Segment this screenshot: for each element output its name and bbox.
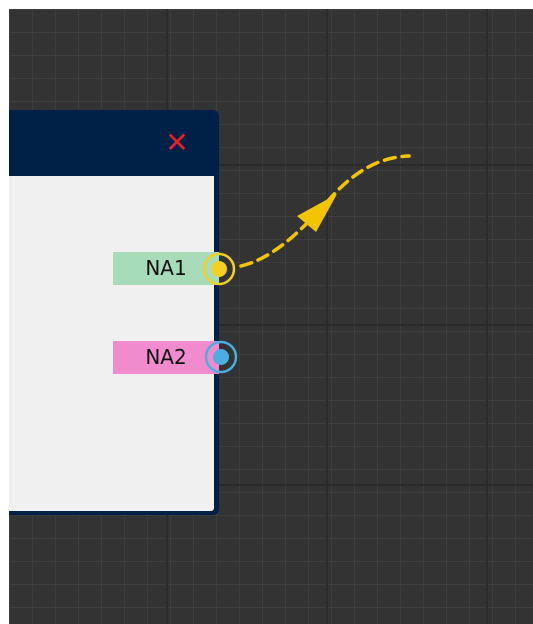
connection-wire[interactable] [239,154,411,268]
graph-canvas[interactable]: a ✕ NA1 NA2 [9,9,533,624]
arrow-head-icon [297,194,337,232]
output-label-na2: NA2 [113,341,219,374]
node-header[interactable]: a ✕ [9,110,219,176]
node-card[interactable]: a ✕ NA1 NA2 [9,110,219,515]
close-icon[interactable]: ✕ [164,129,190,157]
